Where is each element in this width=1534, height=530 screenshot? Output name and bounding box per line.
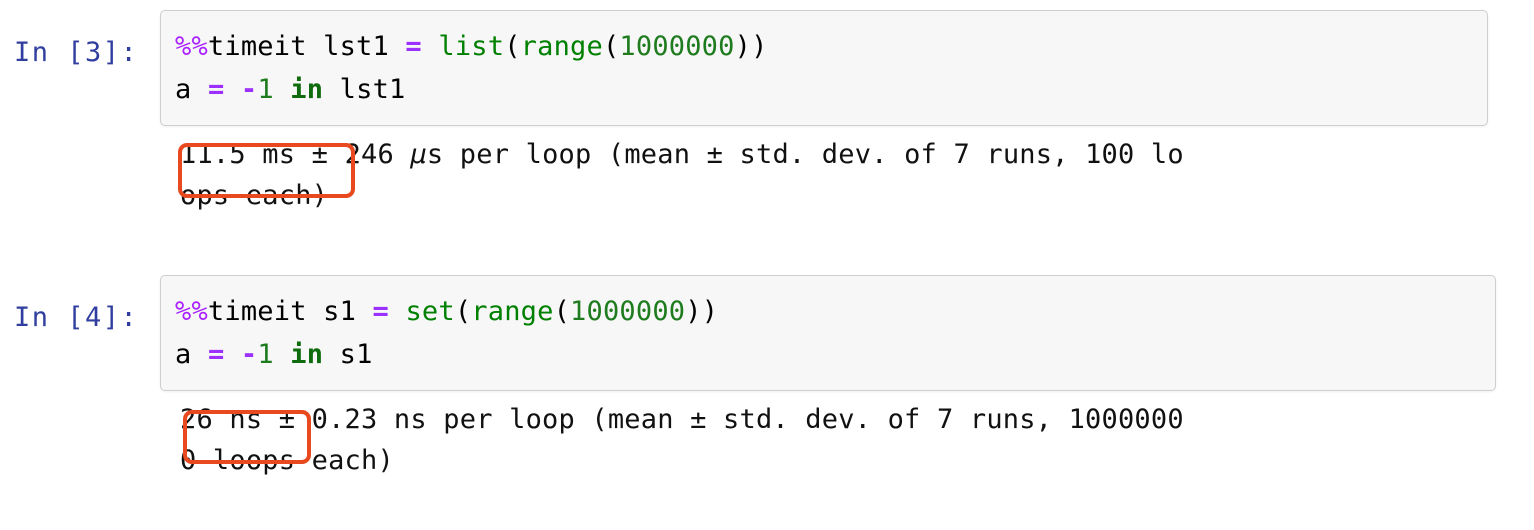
paren-token: ( [454,296,472,327]
magic-name-token: timeit [207,296,307,327]
variable-token: lst1 [323,31,389,62]
output-highlighted-value: 26 ns [180,404,263,435]
variable-token: a [175,339,192,370]
cell-input-row: In [4]: %%timeit s1 = set(range(1000000)… [0,275,1534,391]
jupyter-notebook-area: In [3]: %%timeit lst1 = list(range(10000… [0,0,1534,530]
paren-token: ( [602,31,620,62]
builtin-token: range [471,296,554,327]
micro-symbol: µ [410,139,427,170]
output-remainder-a: ± 246 [295,139,411,170]
number-token: 1000000 [619,31,735,62]
code-line: %%timeit lst1 = list(range(1000000)) [175,25,1471,68]
notebook-cell[interactable]: In [4]: %%timeit s1 = set(range(1000000)… [0,275,1534,481]
cell-input-row: In [3]: %%timeit lst1 = list(range(10000… [0,10,1534,126]
number-token: 1000000 [570,296,686,327]
paren-token: ( [553,296,571,327]
code-editor[interactable]: %%timeit s1 = set(range(1000000)) a = -1… [160,275,1496,391]
assign-operator-token: = [405,31,422,62]
output-wrapped-line: ops each) [180,180,329,211]
variable-token: s1 [339,339,373,370]
code-line: a = -1 in lst1 [175,68,1471,111]
assign-operator-token: = [207,74,225,105]
output-wrapped-line: 0 loops each) [180,445,394,476]
output-remainder-b: s per loop (mean ± std. dev. of 7 runs, … [426,139,1184,170]
number-token: 1 [257,339,274,370]
code-line: a = -1 in s1 [175,333,1479,376]
builtin-token: set [405,296,455,327]
keyword-token: in [290,339,324,370]
variable-token: lst1 [339,74,406,105]
notebook-cell[interactable]: In [3]: %%timeit lst1 = list(range(10000… [0,10,1534,216]
variable-token: a [175,74,192,105]
builtin-token: list [438,31,505,62]
minus-operator-token: - [240,339,258,370]
paren-token: )) [734,31,768,62]
output-remainder-a: ± 0.23 ns per loop (mean ± std. dev. of … [262,404,1184,435]
cell-output-row: 26 ns ± 0.23 ns per loop (mean ± std. de… [0,399,1534,481]
variable-token: s1 [323,296,357,327]
assign-operator-token: = [372,296,389,327]
number-token: 1 [257,74,274,105]
input-prompt-label: In [3]: [14,37,139,68]
minus-operator-token: - [240,74,258,105]
keyword-token: in [290,74,324,105]
cell-output-row: 11.5 ms ± 246 µs per loop (mean ± std. d… [0,134,1534,216]
magic-prefix-token: %% [175,296,208,327]
assign-operator-token: = [207,339,225,370]
magic-name-token: timeit [207,31,307,62]
code-line: %%timeit s1 = set(range(1000000)) [175,290,1479,333]
output-text: 11.5 ms ± 246 µs per loop (mean ± std. d… [180,134,1534,216]
code-editor[interactable]: %%timeit lst1 = list(range(1000000)) a =… [160,10,1488,126]
paren-token: )) [685,296,719,327]
output-text: 26 ns ± 0.23 ns per loop (mean ± std. de… [180,399,1534,481]
magic-prefix-token: %% [175,31,208,62]
output-highlighted-value: 11.5 ms [180,139,296,170]
input-prompt-label: In [4]: [14,302,139,333]
builtin-token: range [520,31,603,62]
paren-token: ( [504,31,521,62]
